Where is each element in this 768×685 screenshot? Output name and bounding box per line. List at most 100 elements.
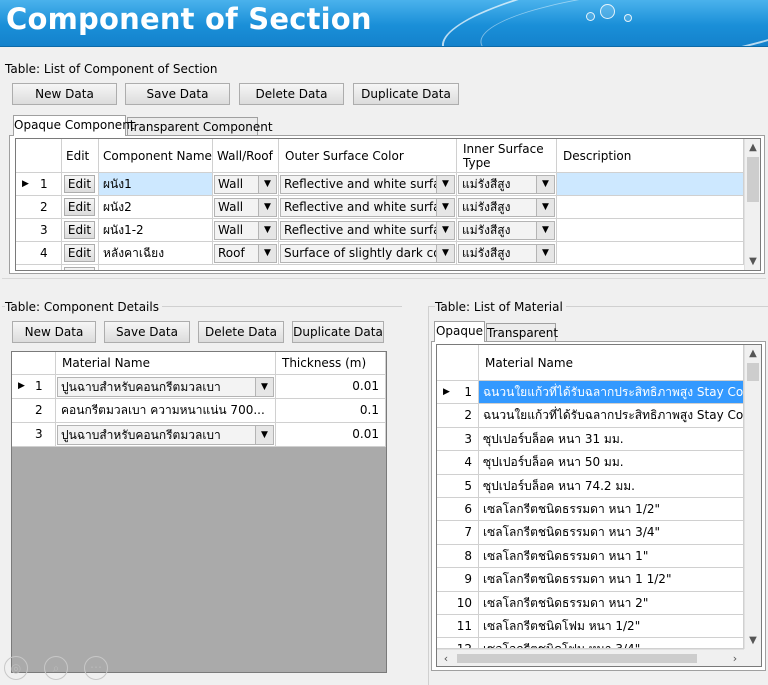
material-name-cell[interactable]: ฉนวนใยแก้วที่ได้รับฉลากประสิทธิภาพสูง St…	[479, 404, 744, 428]
outer-surface-color-select[interactable]: Reflective and white surface ▼	[280, 198, 455, 217]
col-header-outer-surface-color: Outer Surface Color	[279, 139, 457, 173]
search-icon[interactable]: ⌕	[44, 656, 68, 680]
scroll-up-icon[interactable]: ▲	[745, 345, 761, 362]
material-name-cell[interactable]: เซลโลกรีตชนิดธรรมดา หนา 1 1/2"	[479, 568, 744, 592]
col-header-wall-roof: Wall/Roof	[213, 139, 279, 173]
current-row-indicator-icon: ▶	[443, 387, 450, 397]
inner-surface-type-select[interactable]: แม่รังสีสูง ▼	[458, 175, 555, 194]
thickness-cell[interactable]: 0.01	[276, 375, 386, 399]
material-grid-hscrollbar[interactable]: ‹ ›	[437, 649, 744, 666]
chevron-down-icon: ▼	[536, 245, 554, 262]
chevron-down-icon: ▼	[436, 245, 454, 262]
wall-roof-select[interactable]: Roof ▼	[214, 244, 277, 263]
delete-data-button[interactable]: Delete Data	[239, 83, 344, 105]
save-data-button[interactable]: Save Data	[125, 83, 230, 105]
col-header-material-name: Material Name	[56, 352, 276, 375]
edit-row-button[interactable]: Edit	[64, 175, 95, 193]
chevron-down-icon: ▼	[436, 199, 454, 216]
chevron-down-icon: ▼	[536, 222, 554, 239]
description-cell[interactable]	[557, 242, 744, 265]
col-header-material-name: Material Name	[479, 345, 744, 381]
material-name-cell[interactable]: คอนกรีตมวลเบา ความหนาแน่น 700...	[56, 399, 276, 423]
scroll-left-icon[interactable]: ‹	[439, 650, 453, 666]
scroll-down-icon[interactable]: ▼	[745, 253, 760, 270]
chevron-down-icon: ▼	[258, 222, 276, 239]
scroll-thumb[interactable]	[747, 363, 759, 381]
material-name-cell[interactable]: ซุปเปอร์บล็อค หนา 50 มม.	[479, 451, 744, 475]
col-header-description: Description	[557, 139, 744, 173]
description-cell[interactable]	[557, 173, 744, 196]
details-save-data-button[interactable]: Save Data	[104, 321, 190, 343]
component-details-label: Table: Component Details	[5, 300, 162, 314]
chevron-down-icon: ▼	[258, 176, 276, 193]
outer-surface-color-select[interactable]: Reflective and white surface ▼	[280, 221, 455, 240]
tab-opaque-component[interactable]: Opaque Component	[13, 115, 135, 136]
scroll-down-icon[interactable]: ▼	[745, 632, 761, 649]
material-name-cell[interactable]: เซลโลกรีตชนิดโฟม หนา 1/2"	[479, 615, 744, 639]
bubble-decoration	[600, 4, 615, 19]
outer-surface-color-select[interactable]: Surface of slightly dark color ▼	[280, 244, 455, 263]
edit-row-button-partial[interactable]	[64, 267, 95, 270]
col-header-inner-surface-type: Inner Surface Type	[457, 139, 557, 173]
chevron-down-icon: ▼	[258, 245, 276, 262]
material-name-cell[interactable]: เซลโลกรีตชนิดโฟม หนา 3/4"	[479, 638, 744, 649]
material-name-cell[interactable]: เซลโลกรีตชนิดธรรมดา หนา 3/4"	[479, 521, 744, 545]
page-title: Component of Section	[6, 2, 372, 36]
col-header-thickness: Thickness (m)	[276, 352, 386, 375]
component-name-cell[interactable]: ผนัง2	[99, 196, 213, 219]
component-name-cell[interactable]: ผนัง1	[99, 173, 213, 196]
wall-roof-select[interactable]: Wall ▼	[214, 221, 277, 240]
material-name-cell[interactable]: เซลโลกรีตชนิดธรรมดา หนา 1"	[479, 544, 744, 569]
edit-row-button[interactable]: Edit	[64, 221, 95, 239]
hscroll-thumb[interactable]	[457, 654, 697, 663]
app-header: Component of Section	[0, 0, 768, 47]
component-name-cell[interactable]: หลังคาเฉียง	[99, 242, 213, 265]
scroll-up-icon[interactable]: ▲	[745, 139, 760, 156]
description-cell[interactable]	[557, 219, 744, 242]
component-name-cell[interactable]: ผนัง1-2	[99, 219, 213, 242]
material-name-cell[interactable]: ซุปเปอร์บล็อค หนา 74.2 มม.	[479, 474, 744, 498]
grid-corner	[437, 345, 479, 381]
chevron-down-icon: ▼	[258, 199, 276, 216]
outer-surface-color-select[interactable]: Reflective and white surface ▼	[280, 175, 455, 194]
duplicate-data-button[interactable]: Duplicate Data	[353, 83, 459, 105]
description-cell[interactable]	[557, 196, 744, 219]
edit-row-button[interactable]: Edit	[64, 244, 95, 262]
material-list-label: Table: List of Material	[435, 300, 566, 314]
grid-corner	[16, 139, 62, 173]
edit-row-button[interactable]: Edit	[64, 198, 95, 216]
tab-transparent-component[interactable]: Transparent Component	[127, 117, 273, 136]
inner-surface-type-select[interactable]: แม่รังสีสูง ▼	[458, 198, 555, 217]
globe-icon[interactable]: ◎	[4, 656, 28, 680]
details-grid: Material Name Thickness (m) ▶ 1 ปูนฉาบสำห…	[11, 351, 387, 673]
material-name-cell[interactable]: ซุปเปอร์บล็อค หนา 31 มม.	[479, 427, 744, 452]
material-name-cell[interactable]: เซลโลกรีตชนิดธรรมดา หนา 1/2"	[479, 498, 744, 522]
chevron-down-icon: ▼	[536, 176, 554, 193]
inner-surface-type-select[interactable]: แม่รังสีสูง ▼	[458, 244, 555, 263]
wall-roof-select[interactable]: Wall ▼	[214, 175, 277, 194]
tab-transparent[interactable]: Transparent	[486, 323, 558, 342]
component-grid-scrollbar[interactable]: ▲ ▼	[744, 139, 760, 270]
material-grid-vscrollbar[interactable]: ▲ ▼	[744, 345, 761, 649]
material-name-cell[interactable]: เซลโลกรีตชนิดธรรมดา หนา 2"	[479, 591, 744, 615]
material-name-cell[interactable]: ฉนวนใยแก้วที่ได้รับฉลากประสิทธิภาพสูง St…	[479, 381, 744, 405]
tab-opaque[interactable]: Opaque	[434, 321, 485, 342]
scroll-thumb[interactable]	[747, 157, 759, 202]
details-delete-data-button[interactable]: Delete Data	[198, 321, 284, 343]
scroll-right-icon[interactable]: ›	[728, 650, 742, 666]
more-icon[interactable]: ⋯	[84, 656, 108, 680]
material-select[interactable]: ปูนฉาบสำหรับคอนกรีตมวลเบา ▼	[57, 377, 274, 397]
material-select[interactable]: ปูนฉาบสำหรับคอนกรีตมวลเบา ▼	[57, 425, 274, 445]
details-duplicate-data-button[interactable]: Duplicate Data	[292, 321, 384, 343]
thickness-cell[interactable]: 0.1	[276, 399, 386, 423]
details-new-data-button[interactable]: New Data	[12, 321, 96, 343]
thickness-cell[interactable]: 0.01	[276, 423, 386, 447]
component-grid: Edit Component Name Wall/Roof Outer Surf…	[15, 138, 761, 271]
component-list-label: Table: List of Component of Section	[5, 62, 221, 76]
scroll-corner	[744, 649, 761, 666]
new-data-button[interactable]: New Data	[12, 83, 117, 105]
inner-surface-type-select[interactable]: แม่รังสีสูง ▼	[458, 221, 555, 240]
col-header-edit: Edit	[62, 139, 99, 173]
material-grid: Material Name ▶ 1 ฉนวนใยแก้วที่ได้รับฉลากป…	[436, 344, 762, 667]
wall-roof-select[interactable]: Wall ▼	[214, 198, 277, 217]
